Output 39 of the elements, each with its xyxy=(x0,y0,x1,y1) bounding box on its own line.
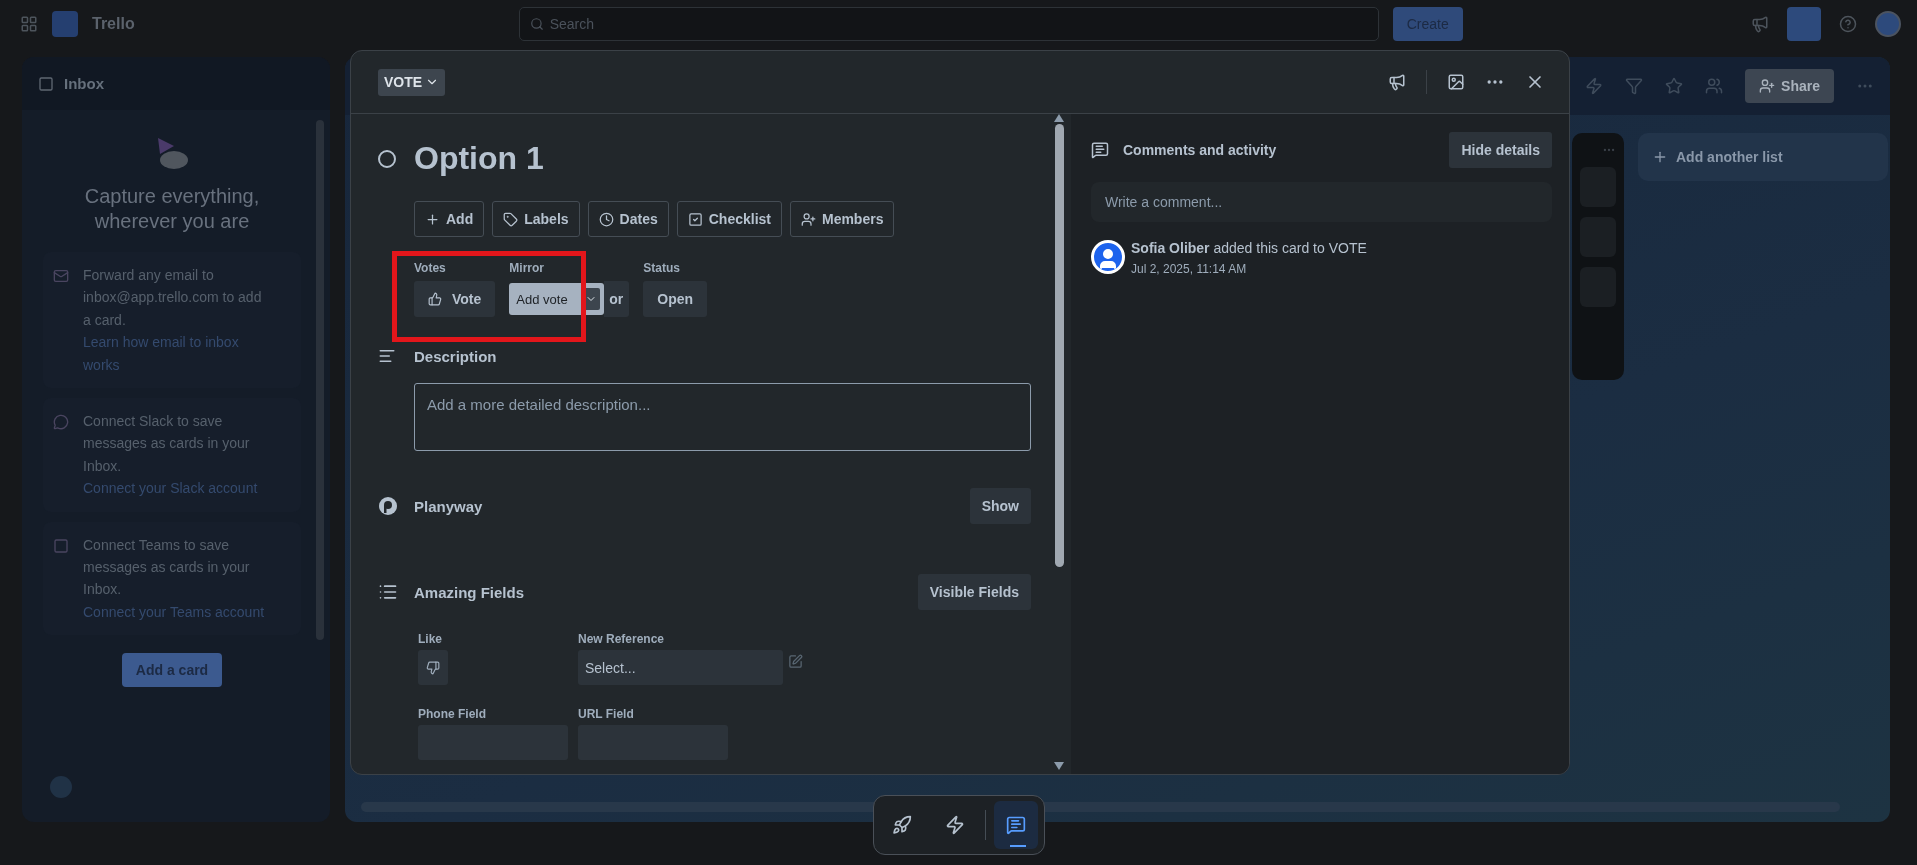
section-title: Description xyxy=(414,347,498,365)
field-label: Phone Field xyxy=(418,707,487,721)
app-name: Trello xyxy=(92,15,135,33)
field-label: URL Field xyxy=(578,707,635,721)
tip-text: Forward any email to inbox@app.trello.com to add a card. xyxy=(83,266,263,330)
activity-text: Sofia Oliber added this card to VOTE xyxy=(1131,240,1367,256)
visible-fields-button[interactable]: Visible Fields xyxy=(917,574,1031,610)
section-title: Planyway xyxy=(414,497,484,515)
field-label: Votes xyxy=(414,261,447,275)
select-value: Add vote xyxy=(516,291,568,307)
hide-details-button[interactable]: Hide details xyxy=(1449,132,1552,168)
tip-text: Connect Slack to save messages as cards in your Inbox. xyxy=(83,411,251,476)
field-label: Like xyxy=(418,632,443,646)
action-button[interactable]: Checklist xyxy=(676,201,782,237)
mirror-button[interactable]: or xyxy=(604,281,630,317)
action-button[interactable]: Dates xyxy=(587,201,669,237)
inbox-title: Inbox xyxy=(64,75,104,92)
field-label: Mirror xyxy=(509,261,545,275)
show-button[interactable]: Show xyxy=(969,488,1031,524)
inbox-headline: Capture everything, wherever you are xyxy=(83,184,261,234)
field-label: New Reference xyxy=(578,632,666,646)
comment-field[interactable]: Write a comment... xyxy=(1091,182,1552,222)
section-title: Amazing Fields xyxy=(414,583,526,601)
action-button[interactable]: Add xyxy=(414,201,485,237)
select-field[interactable]: Select... xyxy=(578,650,783,685)
action-button[interactable]: Labels xyxy=(492,201,580,237)
activity-time[interactable]: Jul 2, 2025, 11:14 AM xyxy=(1131,262,1367,276)
tip-text: Connect Teams to save messages as cards in your Inbox. xyxy=(83,535,251,600)
add-list-button[interactable]: Add another list xyxy=(1638,133,1888,181)
section-title: Comments and activity xyxy=(1123,142,1277,158)
vote-select[interactable]: Add vote xyxy=(509,283,605,315)
description-field[interactable]: Add a more detailed description... xyxy=(414,383,1031,451)
action-button[interactable]: Members xyxy=(789,201,895,237)
share-button[interactable]: Share xyxy=(1745,69,1834,103)
vote-button[interactable]: Vote xyxy=(414,281,496,317)
list-button[interactable]: VOTE xyxy=(378,68,446,96)
status-button[interactable]: Open xyxy=(643,281,708,317)
card-title: Option 1 xyxy=(414,140,545,177)
field-label: Status xyxy=(643,261,681,275)
